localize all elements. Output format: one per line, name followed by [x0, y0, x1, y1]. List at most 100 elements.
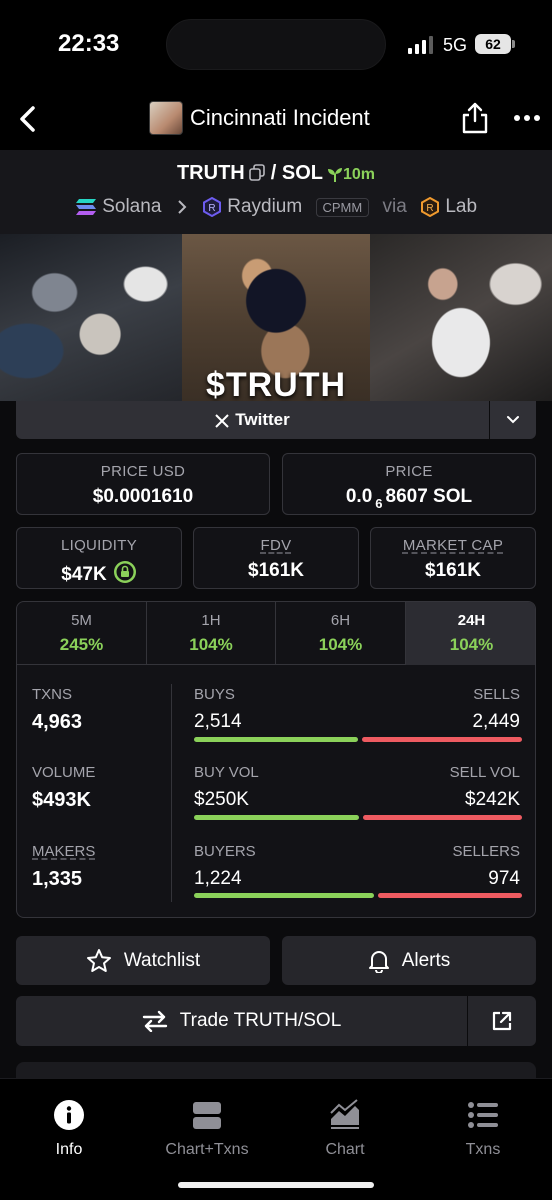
- dynamic-island: [166, 19, 386, 70]
- tab-5m-change: 245%: [59, 635, 104, 654]
- buy-vol-bar: [194, 815, 359, 820]
- back-icon[interactable]: [14, 100, 44, 138]
- chain-name[interactable]: Solana: [102, 196, 161, 217]
- share-icon[interactable]: [460, 101, 490, 135]
- tab-1h[interactable]: 1H 104%: [147, 602, 276, 665]
- nav-chart-label: Chart: [325, 1141, 365, 1158]
- price-native-prefix: 0.0: [345, 486, 373, 507]
- chart-txns-icon: [193, 1102, 221, 1129]
- tab-24h-change: 104%: [449, 635, 494, 654]
- nav-chart[interactable]: Chart: [276, 1099, 414, 1159]
- price-native-zeros: 6: [375, 496, 383, 511]
- chevron-right-icon: [177, 200, 187, 214]
- trading-stats-panel: 5M 245% 1H 104% 6H 104% 24H 104% TXNS 4,…: [16, 601, 536, 918]
- banner-ticker-text: $TRUTH: [205, 366, 347, 404]
- buys-bar: [194, 737, 358, 742]
- buy-vol-label: BUY VOL: [194, 764, 259, 781]
- more-icon[interactable]: [512, 112, 542, 124]
- buy-vol-value: $250K: [194, 789, 249, 810]
- pair-quote: SOL: [281, 162, 323, 184]
- sellers-value: 974: [488, 868, 520, 889]
- svg-text:R: R: [426, 203, 433, 214]
- star-icon: [86, 948, 111, 972]
- sells-label: SELLS: [473, 686, 520, 703]
- home-indicator: [178, 1182, 374, 1188]
- makers-label[interactable]: MAKERS: [32, 843, 95, 860]
- nav-info-label: Info: [55, 1141, 83, 1158]
- price-native-label: PRICE: [385, 463, 433, 480]
- tab-5m-label: 5M: [71, 612, 92, 629]
- external-link-icon: [492, 1011, 512, 1031]
- alerts-button[interactable]: Alerts: [282, 936, 536, 985]
- trade-button[interactable]: Trade TRUTH/SOL: [16, 996, 467, 1046]
- token-avatar: [149, 101, 183, 135]
- buyers-bar: [194, 893, 374, 898]
- nav-chart-txns-label: Chart+Txns: [165, 1141, 249, 1158]
- lock-icon[interactable]: [113, 560, 137, 584]
- nav-txns-label: Txns: [465, 1141, 501, 1158]
- twitter-label: Twitter: [235, 410, 290, 429]
- twitter-link-button[interactable]: Twitter: [16, 401, 489, 439]
- pair-info-bar: TRUTH / SOL 10m Solana R Raydium CPMM vi…: [0, 150, 552, 234]
- stats-divider: [171, 684, 172, 902]
- market-cap-card: MARKET CAP $161K: [370, 527, 536, 589]
- signal-icon: [408, 36, 433, 54]
- buyers-value: 1,224: [194, 868, 242, 889]
- top-header: Cincinnati Incident: [0, 90, 552, 150]
- volume-label: VOLUME: [32, 764, 96, 781]
- txns-value: 4,963: [32, 711, 83, 733]
- sell-vol-bar: [363, 815, 522, 820]
- x-logo-icon: [215, 413, 229, 428]
- tab-1h-label: 1H: [201, 612, 221, 629]
- status-bar: 22:33 5G 62: [0, 0, 552, 90]
- trade-external-button[interactable]: [468, 996, 536, 1046]
- watchlist-button[interactable]: Watchlist: [16, 936, 270, 985]
- price-usd-value: $0.0001610: [92, 486, 194, 507]
- tab-1h-change: 104%: [189, 635, 233, 654]
- tab-24h-label: 24H: [457, 612, 486, 629]
- alerts-label: Alerts: [401, 949, 451, 971]
- trade-label: Trade TRUTH/SOL: [179, 1010, 342, 1031]
- price-usd-card: PRICE USD $0.0001610: [16, 453, 270, 515]
- tab-6h[interactable]: 6H 104%: [276, 602, 406, 665]
- sprout-icon: [327, 167, 342, 182]
- chain-line: Solana R Raydium CPMM via R Lab: [0, 196, 552, 218]
- liquidity-label: LIQUIDITY: [60, 537, 138, 554]
- tab-24h[interactable]: 24H 104%: [406, 602, 535, 665]
- solana-icon: [75, 199, 96, 215]
- dex-name[interactable]: Raydium: [227, 196, 302, 217]
- buyers-label: BUYERS: [194, 843, 256, 860]
- sell-vol-label: SELL VOL: [449, 764, 520, 781]
- links-expand-button[interactable]: [490, 401, 536, 439]
- bell-icon: [368, 950, 389, 973]
- via-name[interactable]: Lab: [445, 196, 477, 217]
- token-title: Cincinnati Incident: [190, 105, 370, 130]
- via-label: via: [382, 196, 407, 217]
- copy-icon[interactable]: [248, 164, 265, 181]
- sellers-bar: [378, 893, 522, 898]
- chevron-down-icon: [507, 416, 519, 424]
- pool-type-badge: CPMM: [315, 197, 370, 217]
- tab-6h-change: 104%: [318, 635, 363, 654]
- price-usd-label: PRICE USD: [100, 463, 186, 480]
- sells-value: 2,449: [472, 711, 520, 732]
- liquidity-card: LIQUIDITY $47K: [16, 527, 182, 589]
- nav-chart-txns[interactable]: Chart+Txns: [138, 1099, 276, 1159]
- price-native-digits: 8607 SOL: [385, 486, 473, 507]
- lab-icon: R: [421, 197, 440, 217]
- pair-separator: /: [270, 162, 277, 184]
- nav-txns[interactable]: Txns: [414, 1099, 552, 1159]
- makers-value: 1,335: [32, 868, 83, 890]
- price-native-card: PRICE 0.0 6 8607 SOL: [282, 453, 536, 515]
- fdv-label[interactable]: FDV: [261, 537, 292, 554]
- volume-value: $493K: [32, 789, 91, 811]
- chart-icon: [330, 1099, 359, 1129]
- tab-5m[interactable]: 5M 245%: [17, 602, 147, 665]
- svg-text:R: R: [208, 203, 215, 214]
- market-cap-label[interactable]: MARKET CAP: [403, 537, 503, 554]
- txns-label: TXNS: [32, 686, 73, 703]
- banner-photo-right: [370, 234, 552, 401]
- nav-info[interactable]: Info: [0, 1099, 138, 1159]
- swap-arrows-icon: [142, 1010, 167, 1032]
- battery-icon: [512, 40, 515, 48]
